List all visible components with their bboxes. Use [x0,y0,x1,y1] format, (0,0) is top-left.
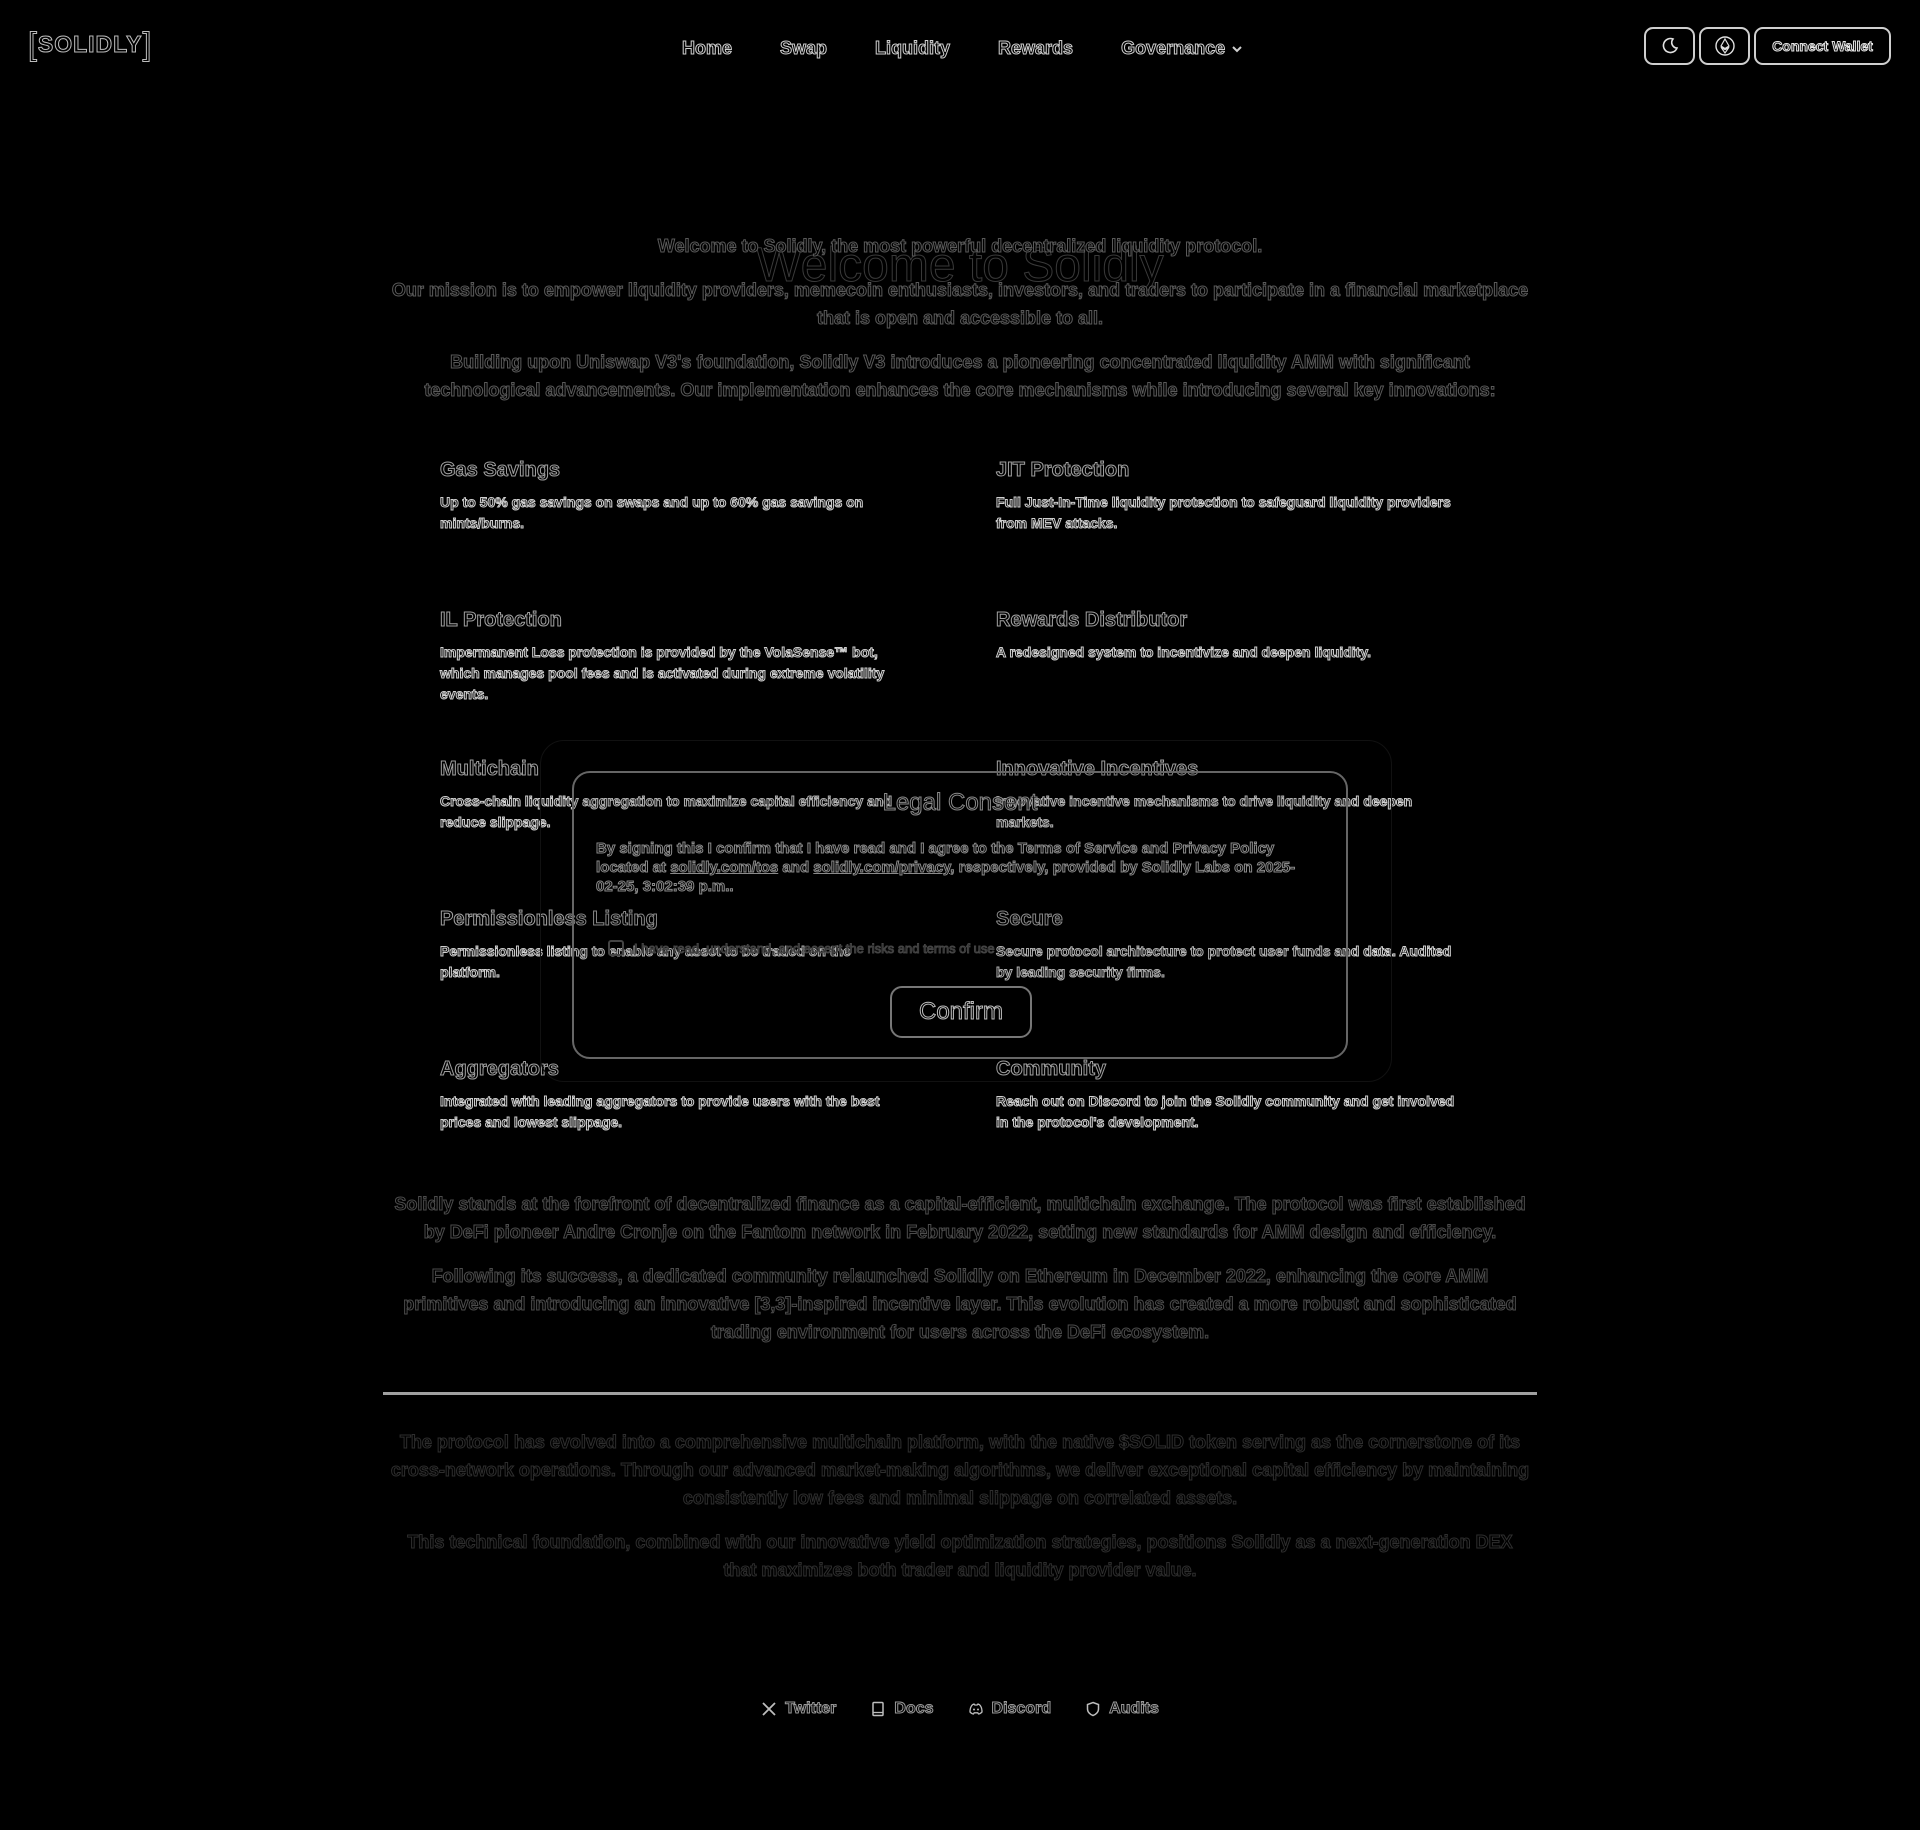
logo-text: SOLIDLY [37,31,143,58]
network-selector-button[interactable] [1699,27,1750,65]
logo-bracket-right: ] [142,26,153,63]
mission-paragraph: Our mission is to empower liquidity prov… [391,280,1529,329]
feature-title: IL Protection [440,609,563,632]
ethereum-icon [1714,36,1735,56]
platform-paragraph: The protocol has evolved into a comprehe… [390,1432,1530,1509]
feature-gas-savings: Gas Savings Up to 50% gas savings on swa… [440,459,900,534]
nav-rewards[interactable]: Rewards [998,38,1074,59]
feature-title: Gas Savings [440,459,561,482]
feature-il-protection: IL Protection Impermanent Loss protectio… [440,609,900,705]
footer-link-label: Docs [894,1700,934,1718]
shield-icon [1086,1701,1100,1717]
feature-text: Integrated with leading aggregators to p… [440,1093,881,1131]
feature-text: Impermanent Loss protection is provided … [440,644,885,703]
nav-home[interactable]: Home [681,38,732,59]
theme-toggle-button[interactable] [1644,27,1695,65]
legal-consent-modal: Legal Consent By signing this I confirm … [572,771,1348,1059]
nav-liquidity[interactable]: Liquidity [875,38,951,59]
feature-text: Up to 50% gas savings on swaps and up to… [440,494,864,532]
feature-jit-protection: JIT Protection Full Just-In-Time liquidi… [996,459,1456,534]
foundation-paragraph: This technical foundation, combined with… [407,1532,1513,1581]
footer-link-label: Discord [991,1700,1052,1718]
privacy-link[interactable]: solidly.com/privacy [813,859,951,877]
main-nav: Home Swap Liquidity Rewards Governance [681,38,1291,59]
innovation-paragraph: Building upon Uniswap V3's foundation, S… [424,352,1496,401]
history-paragraph-2: Following its success, a dedicated commu… [403,1266,1517,1343]
footer-links: Twitter Docs Discord Audits [0,1700,1920,1718]
logo-bracket-left: [ [28,26,38,63]
modal-title: Legal Consent [882,789,1038,817]
nav-governance[interactable]: Governance [1121,38,1243,59]
footer-link-docs[interactable]: Docs [870,1700,934,1718]
history-paragraph-1: Solidly stands at the forefront of decen… [394,1194,1526,1243]
feature-text: Full Just-In-Time liquidity protection t… [996,494,1452,532]
feature-text: Reach out on Discord to join the Solidly… [996,1093,1455,1131]
confirm-button[interactable]: Confirm [890,986,1032,1038]
connect-wallet-button[interactable]: Connect Wallet [1754,27,1891,65]
connect-wallet-label: Connect Wallet [1772,38,1874,55]
consent-text-b: and [778,859,814,877]
tos-link[interactable]: solidly.com/tos [670,859,779,877]
accept-risks-checkbox[interactable] [608,940,624,956]
moon-icon [1662,37,1678,54]
feature-title: JIT Protection [996,459,1130,482]
feature-title: Rewards Distributor [996,609,1188,632]
discord-icon [968,1703,983,1715]
section-divider [383,1392,1537,1395]
footer-link-label: Audits [1109,1700,1160,1718]
nav-governance-label: Governance [1121,38,1226,59]
accept-risks-label: I have read, understand, and accept the … [634,940,996,956]
book-icon [872,1701,885,1717]
x-logo-icon [762,1702,776,1716]
solidly-logo[interactable]: [SOLIDLY] [28,26,152,63]
feature-rewards-distributor: Rewards Distributor A redesigned system … [996,609,1456,663]
modal-consent-text: By signing this I confirm that I have re… [595,839,1296,896]
nav-swap[interactable]: Swap [780,38,828,59]
footer-link-discord[interactable]: Discord [968,1700,1052,1718]
footer-link-twitter[interactable]: Twitter [761,1700,837,1718]
hero-subtitle: Welcome to Solidly, the most powerful de… [657,236,1263,257]
footer-link-label: Twitter [785,1700,837,1718]
chevron-down-icon [1232,45,1242,52]
accept-risks-row[interactable]: I have read, understand, and accept the … [608,940,995,956]
footer-link-audits[interactable]: Audits [1085,1700,1159,1718]
feature-text: A redesigned system to incentivize and d… [996,644,1372,661]
